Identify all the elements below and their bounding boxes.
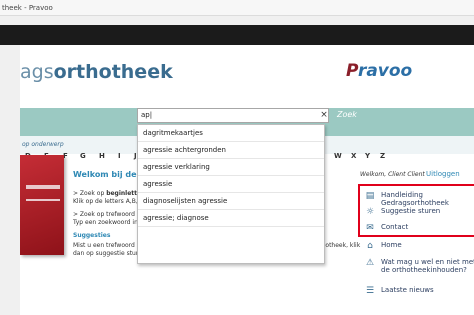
sidebar-item-home[interactable]: ⌂ Home	[364, 241, 402, 251]
window-title: theek - Pravoo	[0, 0, 474, 16]
letter-link[interactable]: X	[351, 152, 356, 160]
sidebar-item-label: Handleiding Gedragsorthotheek	[381, 191, 449, 207]
sidebar-item-label: Wat mag u wel en niet met de orthotheeki…	[381, 258, 474, 274]
letter-link[interactable]: I	[118, 152, 121, 160]
intro-line2: Klik op de letters A,B,C	[73, 198, 142, 205]
warning-icon: ⚠	[365, 258, 375, 268]
sidebar-item-label: Home	[381, 241, 402, 249]
pravoo-logo-p: P	[346, 61, 358, 81]
letter-link[interactable]: H	[99, 152, 105, 160]
search-button[interactable]: Zoek	[337, 110, 357, 119]
logo-bold: orthotheek	[53, 61, 173, 83]
autocomplete-item[interactable]: agressie	[138, 176, 324, 193]
site-header: agsorthotheek Pravoo	[20, 45, 474, 108]
pravoo-logo[interactable]: Pravoo	[346, 61, 412, 81]
intro-line3-text: > Zoek op trefwoord o	[73, 211, 141, 218]
letter-link[interactable]: G	[80, 152, 86, 160]
sidebar-item-contact[interactable]: ✉ Contact	[364, 223, 408, 233]
autocomplete-item[interactable]: diagnoselijsten agressie	[138, 193, 324, 210]
sun-icon: ☼	[365, 207, 375, 217]
news-icon: ☰	[365, 286, 375, 296]
envelope-icon: ✉	[366, 223, 374, 233]
autocomplete-item[interactable]: agressie verklaring	[138, 159, 324, 176]
intro-line1-prefix: > Zoek op	[73, 190, 107, 197]
site-logo[interactable]: agsorthotheek	[20, 61, 173, 83]
sidebar-item-news[interactable]: ☰ Laatste nieuws	[364, 286, 434, 296]
logout-link[interactable]: Uitloggen	[426, 170, 460, 178]
book-stripe	[26, 199, 60, 201]
sidebar-item-rights[interactable]: ⚠ Wat mag u wel en niet met de orthothee…	[364, 258, 474, 274]
letter-link[interactable]: Z	[380, 152, 385, 160]
clear-icon[interactable]: ×	[318, 108, 330, 123]
sidebar-item-label: Laatste nieuws	[381, 286, 434, 294]
welcome-title: Welkom bij de d	[73, 170, 146, 179]
book-stripe	[26, 185, 60, 189]
pravoo-logo-rest: ravoo	[357, 61, 413, 81]
intro-line1-bold: beginlette	[106, 190, 142, 197]
sidebar-item-suggestie[interactable]: ☼ Suggestie sturen	[364, 207, 440, 217]
browser-toolbar	[0, 25, 474, 45]
sidebar-item-label: Contact	[381, 223, 409, 231]
search-input[interactable]: ap|	[137, 108, 329, 123]
logo-regular: ags	[20, 61, 54, 83]
sidebar-welcome: Welkom, Client Client	[360, 171, 425, 178]
sidebar-item-handleiding[interactable]: ▤ Handleiding Gedragsorthotheek	[364, 191, 474, 207]
book-cover-image	[20, 155, 64, 255]
autocomplete-item[interactable]: dagritmekaartjes	[138, 125, 324, 142]
book-icon: ▤	[365, 191, 375, 201]
sidebar-item-label: Suggestie sturen	[381, 207, 441, 215]
autocomplete-item[interactable]: agressie achtergronden	[138, 142, 324, 159]
autocomplete-item[interactable]: agressie; diagnose	[138, 210, 324, 227]
autocomplete-dropdown: dagritmekaartjes agressie achtergronden …	[137, 124, 325, 264]
letter-link[interactable]: Y	[365, 152, 370, 160]
letter-link[interactable]: W	[334, 152, 342, 160]
house-icon: ⌂	[367, 241, 373, 251]
